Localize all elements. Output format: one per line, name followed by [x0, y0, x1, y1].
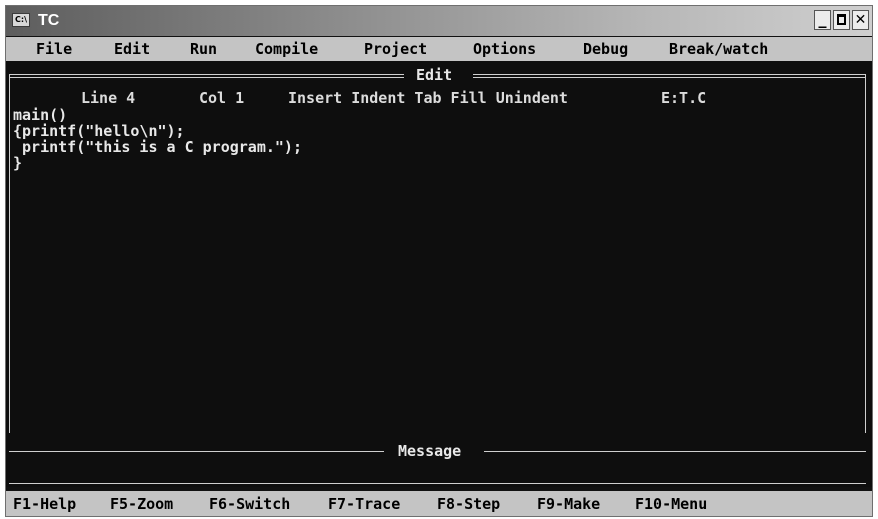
- code-editor[interactable]: main() {printf("hello\n"); printf("this …: [13, 107, 302, 171]
- console-icon[interactable]: C:\: [12, 13, 30, 27]
- message-border: [9, 451, 384, 452]
- maximize-icon: [837, 14, 846, 25]
- menu-edit[interactable]: Edit: [114, 40, 150, 58]
- edit-window-title: Edit: [416, 66, 453, 84]
- function-key-bar: F1-Help F5-Zoom F6-Switch F7-Trace F8-St…: [6, 491, 872, 516]
- status-filename: E:T.C: [661, 89, 707, 107]
- message-border: [9, 483, 866, 484]
- maximize-button[interactable]: [833, 10, 850, 30]
- edit-border: [9, 74, 404, 78]
- title-bar[interactable]: C:\ TC _ ✕: [6, 6, 872, 36]
- edit-window[interactable]: Edit Line 4 Col 1 Insert Indent Tab Fill…: [6, 61, 872, 485]
- fkey-switch[interactable]: F6-Switch: [209, 495, 290, 513]
- close-button[interactable]: ✕: [852, 10, 869, 30]
- status-col: Col 1: [199, 89, 245, 107]
- fkey-trace[interactable]: F7-Trace: [328, 495, 400, 513]
- fkey-help[interactable]: F1-Help: [13, 495, 76, 513]
- code-line: main(): [13, 106, 68, 124]
- edit-border: [473, 74, 866, 78]
- code-line: printf("this is a C program.");: [13, 138, 302, 156]
- edit-border: [9, 75, 10, 485]
- menu-run[interactable]: Run: [190, 40, 217, 58]
- menu-break-watch[interactable]: Break/watch: [669, 40, 768, 58]
- menu-debug[interactable]: Debug: [583, 40, 628, 58]
- edit-border: [865, 75, 866, 485]
- message-window[interactable]: Message: [6, 433, 872, 487]
- menu-bar: File Edit Run Compile Project Options De…: [6, 37, 872, 61]
- menu-options[interactable]: Options: [473, 40, 536, 58]
- message-border: [484, 451, 866, 452]
- tc-window: C:\ TC _ ✕ File Edit Run Compile Project…: [5, 5, 873, 517]
- fkey-step[interactable]: F8-Step: [437, 495, 500, 513]
- fkey-menu[interactable]: F10-Menu: [635, 495, 707, 513]
- menu-file[interactable]: File: [36, 40, 72, 58]
- fkey-make[interactable]: F9-Make: [537, 495, 600, 513]
- window-title: TC: [38, 12, 60, 29]
- status-line: Line 4: [81, 89, 136, 107]
- code-line: {printf("hello\n");: [13, 122, 185, 140]
- menu-project[interactable]: Project: [364, 40, 427, 58]
- status-modes: Insert Indent Tab Fill Unindent: [288, 89, 568, 107]
- minimize-button[interactable]: _: [814, 10, 831, 30]
- code-line: }: [13, 154, 23, 172]
- fkey-zoom[interactable]: F5-Zoom: [110, 495, 173, 513]
- message-window-title: Message: [398, 442, 462, 460]
- menu-compile[interactable]: Compile: [255, 40, 318, 58]
